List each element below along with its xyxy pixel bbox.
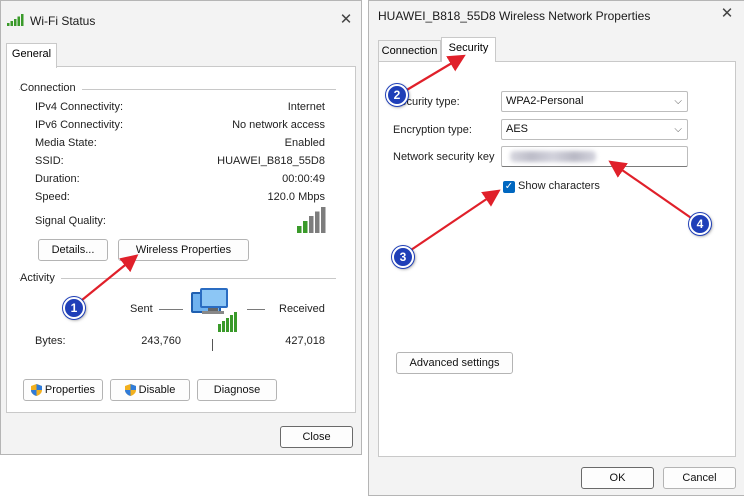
sent-line [159, 309, 183, 310]
tab-connection[interactable]: Connection [378, 40, 441, 62]
bytes-received-value: 427,018 [285, 335, 325, 347]
ssid-value: HUAWEI_B818_55D8 [217, 155, 325, 167]
ok-button[interactable]: OK [581, 467, 654, 489]
sent-label: Sent [130, 303, 153, 315]
details-button[interactable]: Details... [38, 239, 108, 261]
tab-security[interactable]: Security [441, 37, 496, 62]
bytes-label: Bytes: [35, 335, 66, 347]
properties-label: Properties [44, 384, 96, 396]
close-icon[interactable]: ✕ [335, 10, 357, 30]
received-label: Received [279, 303, 325, 315]
speed-label: Speed: [35, 191, 70, 203]
close-button[interactable]: Close [280, 426, 353, 448]
security-type-value: WPA2-Personal [506, 95, 584, 107]
tab-general[interactable]: General [6, 43, 57, 68]
wireless-properties-title: HUAWEI_B818_55D8 Wireless Network Proper… [378, 9, 651, 23]
security-panel: Security type: WPA2-Personal ⌵ Encryptio… [378, 61, 736, 457]
ipv6-value: No network access [232, 119, 325, 131]
duration-value: 00:00:49 [282, 173, 325, 185]
signal-strength-icon [297, 207, 326, 233]
general-panel: Connection IPv4 Connectivity: Internet I… [6, 66, 356, 413]
wifi-status-window: Wi-Fi Status ✕ General Connection IPv4 C… [0, 0, 362, 455]
disable-label: Disable [138, 384, 176, 396]
activity-separator [212, 339, 213, 351]
network-key-label: Network security key [393, 151, 495, 163]
uac-shield-icon [124, 384, 136, 396]
properties-button[interactable]: Properties [23, 379, 103, 401]
show-characters-label: Show characters [518, 180, 600, 192]
connection-group-label: Connection [20, 82, 82, 94]
activity-divider [19, 278, 336, 279]
close-icon[interactable]: ✕ [716, 4, 738, 24]
chevron-down-icon: ⌵ [674, 96, 682, 107]
network-key-input[interactable] [501, 146, 688, 167]
wifi-signal-icon [7, 14, 24, 26]
ssid-label: SSID: [35, 155, 64, 167]
disable-button[interactable]: Disable [110, 379, 190, 401]
media-state-value: Enabled [284, 137, 325, 149]
signal-quality-label: Signal Quality: [35, 215, 106, 227]
wireless-properties-button[interactable]: Wireless Properties [118, 239, 249, 261]
encryption-type-select[interactable]: AES ⌵ [501, 119, 688, 140]
ipv4-label: IPv4 Connectivity: [35, 101, 124, 113]
wireless-properties-titlebar: HUAWEI_B818_55D8 Wireless Network Proper… [369, 1, 744, 39]
annotation-badge-1: 1 [63, 297, 85, 319]
duration-label: Duration: [35, 173, 80, 185]
encryption-type-label: Encryption type: [393, 124, 472, 136]
annotation-badge-2: 2 [386, 84, 408, 106]
ipv6-label: IPv6 Connectivity: [35, 119, 124, 131]
media-state-label: Media State: [35, 137, 97, 149]
speed-value: 120.0 Mbps [267, 191, 325, 203]
show-characters-checkbox[interactable]: ✓ [503, 181, 515, 193]
diagnose-button[interactable]: Diagnose [197, 379, 277, 401]
annotation-badge-4: 4 [689, 213, 711, 235]
network-computer-icon [191, 288, 237, 332]
annotation-badge-3: 3 [392, 246, 414, 268]
encryption-type-value: AES [506, 123, 529, 135]
received-line [247, 309, 265, 310]
blurred-key-value [510, 151, 596, 162]
wireless-properties-window: HUAWEI_B818_55D8 Wireless Network Proper… [368, 0, 744, 496]
security-type-select[interactable]: WPA2-Personal ⌵ [501, 91, 688, 112]
activity-group-label: Activity [20, 272, 61, 284]
advanced-settings-button[interactable]: Advanced settings [396, 352, 513, 374]
wifi-status-titlebar: Wi-Fi Status ✕ [1, 1, 361, 39]
wifi-status-title: Wi-Fi Status [30, 14, 96, 28]
chevron-down-icon: ⌵ [674, 124, 682, 135]
cancel-button[interactable]: Cancel [663, 467, 736, 489]
uac-shield-icon [30, 384, 42, 396]
ipv4-value: Internet [287, 101, 325, 113]
bytes-sent-value: 243,760 [141, 335, 181, 347]
